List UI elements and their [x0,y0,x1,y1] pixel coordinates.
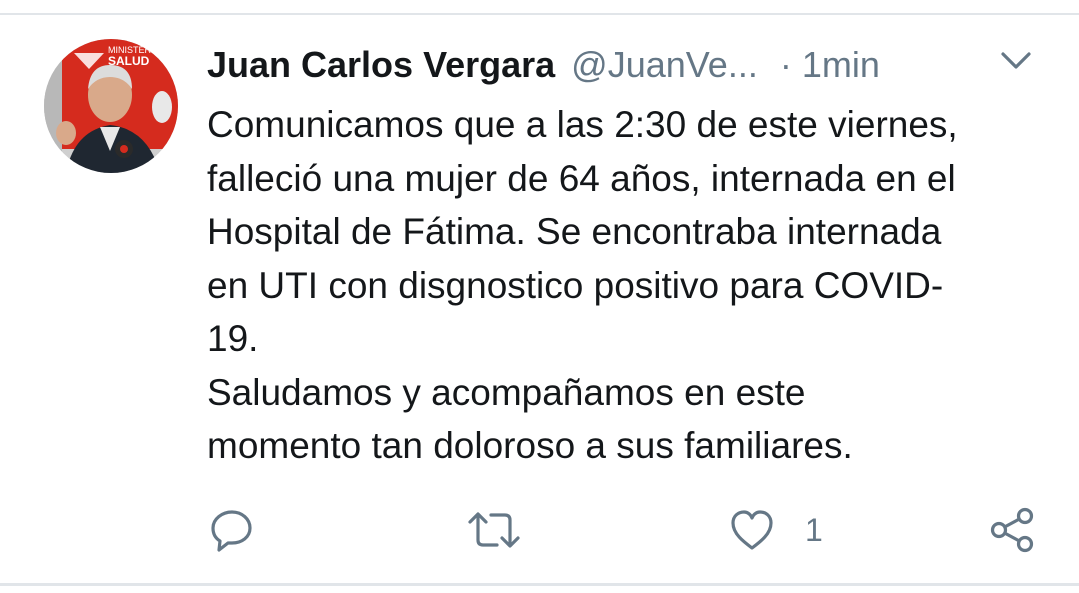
tweet-text-line: 19. [207,318,259,359]
tweet-text-line: Saludamos y acompañamos en este [207,371,806,413]
tweet-header: Juan Carlos Vergara @JuanVe... · 1min [207,42,880,88]
separator-dot: · [779,44,792,85]
timestamp[interactable]: 1min [802,42,880,88]
heart-icon [731,510,773,550]
tweet-text-line: Comunicamos que a las 2:30 de este viern… [207,104,958,145]
author-handle[interactable]: @JuanVe... [571,42,758,88]
top-divider [0,13,1079,15]
tweet-text-line: momento tan doloroso a sus familiares. [207,425,853,466]
tweet-text: Comunicamos que a las 2:30 de este viern… [207,98,1057,473]
share-button[interactable] [988,505,1036,555]
retweet-button[interactable] [467,505,521,555]
tweet-text-line: falleció una mujer de 64 años, internada… [207,157,956,199]
tweet-text-line: en UTI con disgnostico positivo para COV… [207,264,944,306]
tweet-text-line: Hospital de Fátima. Se encontraba intern… [207,211,942,252]
like-button[interactable]: 1 [729,505,823,555]
reply-icon [211,510,252,552]
bottom-divider [0,583,1079,586]
like-count: 1 [805,511,823,548]
author-name[interactable]: Juan Carlos Vergara [207,42,555,88]
share-icon [990,507,1034,553]
avatar[interactable]: MINISTERIO SALUD [44,39,178,173]
reply-button[interactable] [209,505,255,555]
retweet-icon [468,512,520,548]
chevron-down-icon[interactable] [1000,48,1032,74]
